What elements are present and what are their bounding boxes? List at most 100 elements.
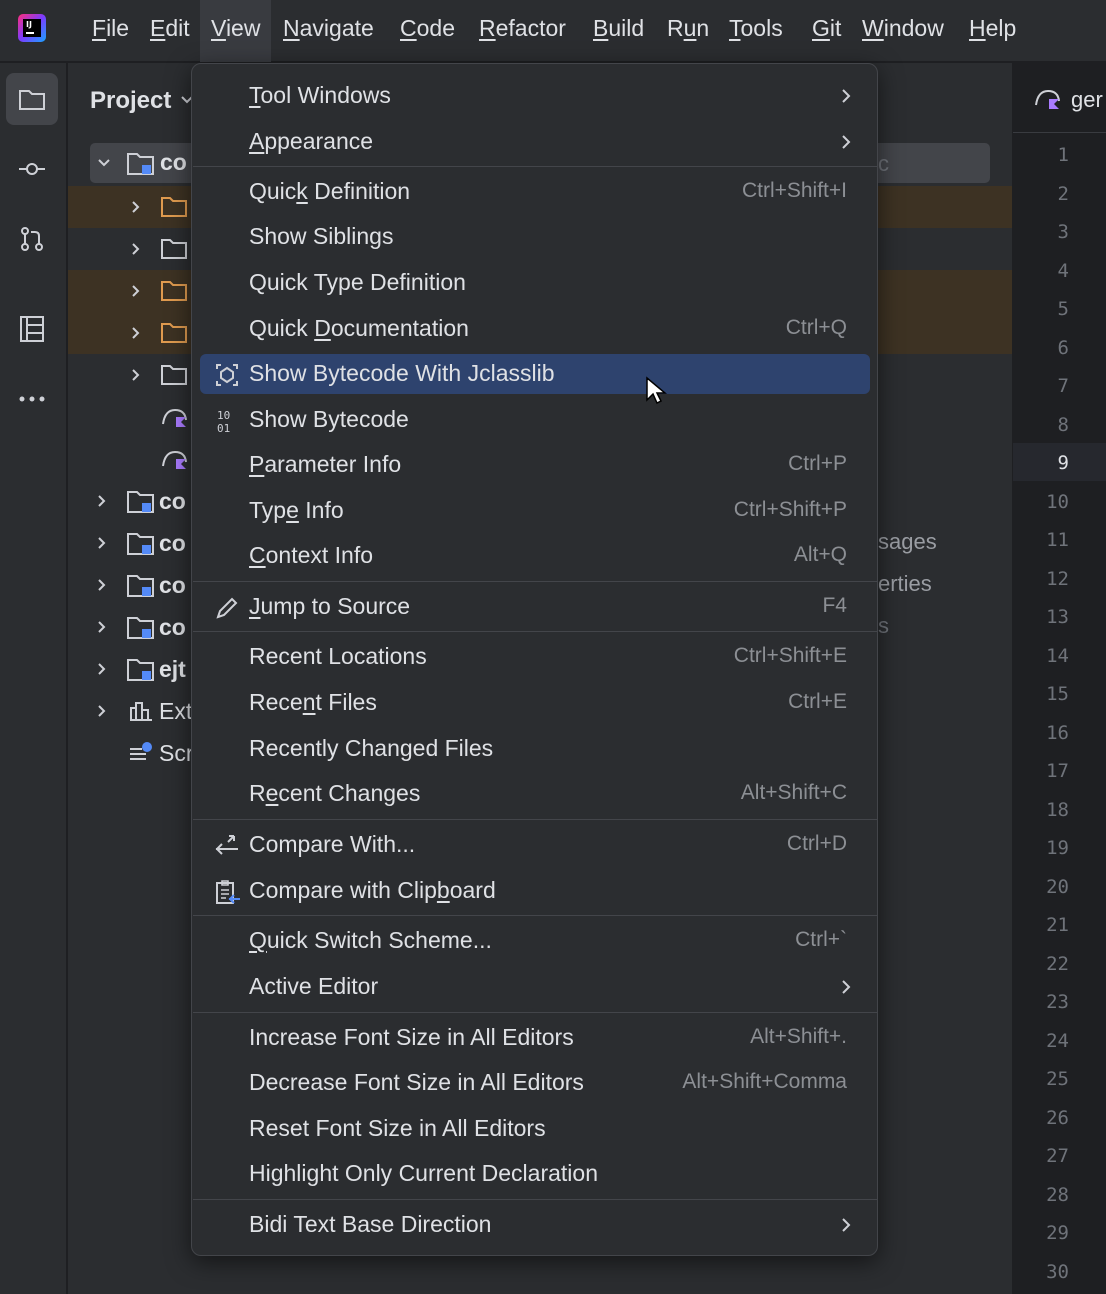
menu-item-increase-font-size-in-all-editors[interactable]: Increase Font Size in All Editors Alt+Shi…: [192, 1016, 879, 1060]
menu-item-label: Recent Changes: [249, 780, 421, 806]
chevron-right-icon[interactable]: [128, 283, 144, 299]
menu-edit[interactable]: Edit: [139, 0, 201, 62]
pull-requests-icon: [21, 227, 43, 251]
menu-item-quick-switch-scheme[interactable]: Quick Switch Scheme... Ctrl+`: [192, 919, 879, 963]
chevron-down-icon[interactable]: [96, 155, 112, 171]
menu-item-bidi-text-base-direction[interactable]: Bidi Text Base Direction: [192, 1203, 879, 1247]
intellij-logo-icon[interactable]: IJ: [18, 14, 46, 42]
chevron-right-icon[interactable]: [94, 577, 110, 593]
menu-git[interactable]: Git: [801, 0, 852, 62]
project-tool-button[interactable]: [6, 73, 58, 125]
menu-item-quick-definition[interactable]: Quick Definition Ctrl+Shift+I: [192, 170, 879, 214]
chevron-right-icon[interactable]: [128, 199, 144, 215]
menu-item-context-info[interactable]: Context Info Alt+Q: [192, 534, 879, 578]
menu-item-shortcut: Ctrl+Shift+I: [741, 179, 847, 202]
chevron-right-icon[interactable]: [94, 493, 110, 509]
kotlin-script-icon: [162, 450, 187, 469]
menu-item-label: Show Siblings: [249, 223, 394, 249]
menu-item-shortcut: Alt+Shift+Comma: [682, 1070, 847, 1093]
line-number: 20: [1046, 875, 1069, 898]
menu-item-shortcut: F4: [822, 594, 847, 617]
menu-item-label: Appearance: [249, 128, 374, 154]
chevron-right-icon[interactable]: [94, 619, 110, 635]
more-icon: [19, 396, 45, 402]
chevron-right-icon[interactable]: [94, 535, 110, 551]
line-number: 7: [1057, 375, 1069, 397]
chevron-right-icon[interactable]: [94, 703, 110, 719]
partial-text: s: [878, 613, 889, 638]
menu-item-shortcut: Ctrl+Q: [785, 316, 847, 339]
menu-item-quick-documentation[interactable]: Quick Documentation Ctrl+Q: [192, 307, 879, 351]
menu-item-recent-changes[interactable]: Recent Changes Alt+Shift+C: [192, 772, 879, 816]
menu-item-compare-with-clipboard[interactable]: Compare with Clipboard: [192, 869, 879, 913]
menu-item-label: Recent Files: [249, 689, 377, 715]
pull-requests-tool-button[interactable]: [6, 213, 58, 265]
menu-refactor[interactable]: Refactor: [468, 0, 577, 62]
menu-item-active-editor[interactable]: Active Editor: [192, 965, 879, 1009]
tree-module-label: Scr: [159, 740, 194, 766]
menu-item-label: Highlight Only Current Declaration: [249, 1160, 598, 1186]
menu-item-recent-files[interactable]: Recent Files Ctrl+E: [192, 681, 879, 725]
chevron-right-icon: [842, 135, 851, 149]
menu-code[interactable]: Code: [389, 0, 466, 62]
menu-item-parameter-info[interactable]: Parameter Info Ctrl+P: [192, 443, 879, 487]
tree-module-label: co: [159, 614, 186, 640]
menu-item-quick-type-definition[interactable]: Quick Type Definition: [192, 261, 879, 305]
editor-tab[interactable]: ger: [1013, 63, 1106, 133]
line-number: 10: [1046, 490, 1069, 513]
menu-window[interactable]: Window: [851, 0, 955, 62]
menu-item-recent-locations[interactable]: Recent Locations Ctrl+Shift+E: [192, 635, 879, 679]
menu-item-label: Compare With...: [249, 831, 416, 857]
menu-tools[interactable]: Tools: [718, 0, 794, 62]
menu-item-label: Quick Documentation: [249, 315, 469, 341]
menu-view[interactable]: View: [200, 0, 272, 62]
menu-item-label: Jump to Source: [249, 593, 411, 619]
line-number: 13: [1046, 606, 1069, 628]
folder-icon: [161, 281, 187, 301]
menu-run[interactable]: Run: [656, 0, 720, 62]
menu-item-reset-font-size-in-all-editors[interactable]: Reset Font Size in All Editors: [192, 1107, 879, 1151]
menu-item-compare-with[interactable]: Compare With... Ctrl+D: [192, 823, 879, 867]
module-folder-icon: [127, 153, 154, 175]
menu-separator: [193, 915, 878, 916]
menu-item-tool-windows[interactable]: Tool Windows: [192, 74, 879, 118]
chevron-right-icon[interactable]: [94, 661, 110, 677]
menu-label: Navigate: [283, 15, 374, 41]
menu-item-jump-to-source[interactable]: Jump to Source F4: [192, 585, 879, 629]
menu-item-show-siblings[interactable]: Show Siblings: [192, 215, 879, 259]
menu-item-show-bytecode-with-jclasslib[interactable]: Show Bytecode With Jclasslib: [192, 352, 879, 396]
menu-item-label: Active Editor: [249, 973, 379, 999]
menu-navigate[interactable]: Navigate: [272, 0, 385, 62]
menu-label: Build: [593, 15, 645, 41]
menu-separator: [193, 166, 878, 167]
menu-item-decrease-font-size-in-all-editors[interactable]: Decrease Font Size in All Editors Alt+Shi…: [192, 1061, 879, 1105]
menu-separator: [193, 1199, 878, 1200]
menu-item-highlight-only-current-declaration[interactable]: Highlight Only Current Declaration: [192, 1152, 879, 1196]
commit-tool-button[interactable]: [6, 143, 58, 195]
chevron-right-icon[interactable]: [128, 325, 144, 341]
line-number: 28: [1046, 1183, 1069, 1206]
menu-separator: [193, 631, 878, 632]
menu-item-show-bytecode[interactable]: 10 01 Show Bytecode: [192, 398, 879, 442]
line-number: 21: [1046, 914, 1069, 936]
menubar: IJ File Edit View Navigate Code Refactor Build…: [0, 0, 1106, 62]
chevron-right-icon[interactable]: [128, 367, 144, 383]
menu-item-label: Bidi Text Base Direction: [249, 1211, 492, 1237]
project-panel-title[interactable]: Project: [90, 87, 171, 115]
menu-item-type-info[interactable]: Type Info Ctrl+Shift+P: [192, 489, 879, 533]
structure-tool-button[interactable]: [6, 303, 58, 355]
chevron-right-icon[interactable]: [128, 241, 144, 257]
menu-help[interactable]: Help: [958, 0, 1027, 62]
more-tools-button[interactable]: [6, 373, 58, 425]
menu-item-shortcut: Ctrl+D: [786, 832, 847, 855]
menu-build[interactable]: Build: [582, 0, 655, 62]
menu-item-label: Compare with Clipboard: [249, 877, 496, 903]
line-number: 25: [1046, 1068, 1069, 1090]
menu-file[interactable]: File: [81, 0, 140, 62]
menu-label: Code: [400, 15, 455, 41]
menu-item-shortcut: Ctrl+P: [788, 452, 847, 475]
menu-item-shortcut: Ctrl+`: [795, 928, 847, 951]
clipboard-compare-icon: [214, 879, 242, 912]
menu-item-appearance[interactable]: Appearance: [192, 120, 879, 164]
menu-item-recently-changed-files[interactable]: Recently Changed Files: [192, 727, 879, 771]
